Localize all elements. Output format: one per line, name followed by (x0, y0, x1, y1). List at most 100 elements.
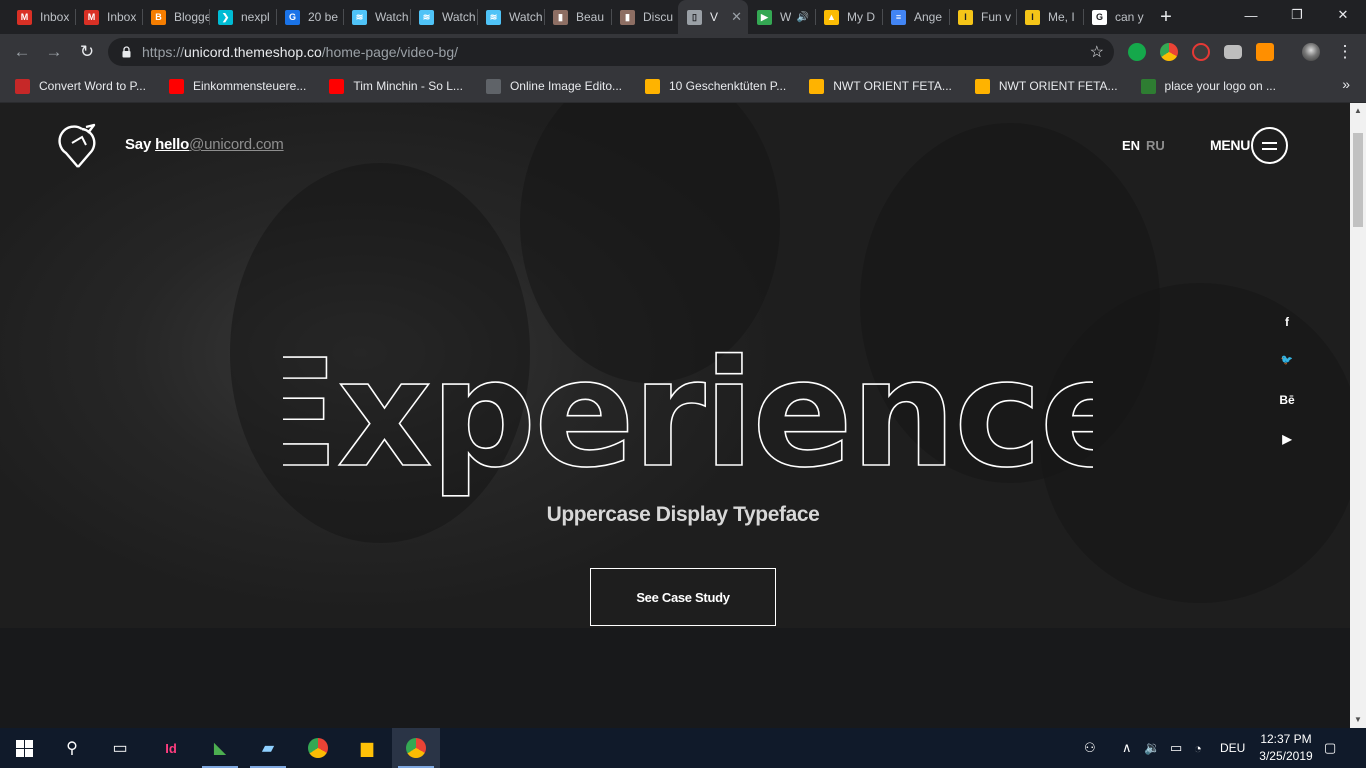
scroll-down-arrow-icon[interactable]: ▼ (1350, 712, 1366, 728)
wave-icon: ≋ (352, 9, 367, 25)
bookmark-item[interactable]: NWT ORIENT FETA... (967, 72, 1126, 100)
lang-en-link[interactable]: EN (1122, 138, 1140, 153)
indesign-icon[interactable]: Id (147, 728, 195, 768)
tab-title: Me, I (1048, 10, 1075, 24)
tab-title: Watch (442, 10, 476, 24)
bookmark-item[interactable]: Convert Word to P... (7, 72, 154, 100)
minimize-button[interactable]: — (1228, 0, 1274, 30)
search-icon[interactable]: ⚲ (48, 728, 96, 768)
browser-tab[interactable]: ≡ Ange (882, 0, 949, 34)
close-tab-icon[interactable]: ✕ (731, 9, 742, 25)
docs-icon: ≡ (891, 9, 906, 25)
language-indicator[interactable]: DEU (1220, 728, 1245, 768)
chrome-icon[interactable] (294, 728, 342, 768)
web-page: Say hello@unicord.com EN RU MENU f 🐦 Bē ▶ E… (0, 103, 1350, 728)
blocker-extension-icon[interactable] (1192, 43, 1210, 61)
windows-start-icon[interactable] (0, 728, 48, 768)
browser-tab[interactable]: I Me, I (1016, 0, 1083, 34)
clock-time: 12:37 PM (1260, 732, 1312, 746)
bookmark-label: 10 Geschenktüten P... (669, 79, 787, 93)
scroll-thumb[interactable] (1353, 133, 1363, 227)
wave-icon: ≋ (419, 9, 434, 25)
lock-icon (122, 46, 131, 58)
forward-button[interactable]: → (41, 39, 67, 65)
browser-tab[interactable]: ▲ My D (815, 0, 882, 34)
lang-ru-link[interactable]: RU (1146, 138, 1165, 153)
new-tab-button[interactable]: + (1155, 6, 1177, 28)
task-view-icon[interactable]: ▭ (96, 728, 144, 768)
browser-tab[interactable]: G 20 be (276, 0, 343, 34)
browser-tab[interactable]: B Blogger (142, 0, 209, 34)
maximize-button[interactable]: ❐ (1274, 0, 1320, 30)
tab-title: Fun v (981, 10, 1012, 24)
scroll-up-arrow-icon[interactable]: ▲ (1350, 103, 1366, 119)
youtube-icon[interactable]: ▶ (1278, 430, 1296, 469)
browser-tab[interactable]: ▮ Discu (611, 0, 678, 34)
bookmarks-bar: Convert Word to P... Einkommensteuere... T… (0, 70, 1366, 103)
clock[interactable]: 12:37 PM 3/25/2019 (1256, 731, 1316, 765)
bookmark-item[interactable]: Einkommensteuere... (161, 72, 314, 100)
bookmark-star-icon[interactable]: ☆ (1090, 42, 1104, 62)
globe-icon (485, 78, 501, 94)
wifi-icon[interactable]: ◔ (1194, 728, 1202, 768)
imdb-icon: I (958, 9, 973, 25)
color-extension-icon[interactable] (1256, 43, 1274, 61)
tab-title: 20 be (308, 10, 339, 24)
close-window-button[interactable]: ✕ (1320, 0, 1366, 30)
bookmarks-overflow-icon[interactable]: » (1342, 76, 1350, 92)
screen-extension-icon[interactable] (1224, 45, 1242, 59)
bookmark-item[interactable]: NWT ORIENT FETA... (801, 72, 960, 100)
notifications-icon[interactable]: ▢ (1324, 728, 1336, 768)
page-scrollbar[interactable]: ▲ ▼ (1350, 103, 1366, 728)
menu-hamburger-button[interactable] (1251, 127, 1288, 164)
volume-icon[interactable]: 🔉 (1144, 728, 1160, 768)
tab-title: V (710, 10, 719, 24)
menu-label[interactable]: MENU (1210, 137, 1250, 153)
browser-tab[interactable]: ≋ Watch (410, 0, 477, 34)
tab-title: nexpl (241, 10, 270, 24)
back-button[interactable]: ← (9, 39, 35, 65)
people-icon[interactable]: ⚇ (1084, 728, 1096, 768)
tab-title: Blogger (174, 10, 209, 24)
bookmark-item[interactable]: Online Image Edito... (478, 72, 630, 100)
gmail-icon: M (17, 9, 32, 25)
twitter-icon[interactable]: 🐦 (1278, 352, 1296, 391)
chrome-menu-icon[interactable]: ⋮ (1332, 39, 1358, 65)
browser-tab[interactable]: ≋ Watch (343, 0, 410, 34)
bookmark-item[interactable]: Tim Minchin - So L... (321, 72, 471, 100)
social-links: f 🐦 Bē ▶ (1278, 313, 1296, 469)
bookmark-item[interactable]: 10 Geschenktüten P... (637, 72, 794, 100)
browser-tab[interactable]: M Inbox (8, 0, 75, 34)
facebook-icon[interactable]: f (1278, 313, 1296, 352)
browser-tab[interactable]: ▮ Beau (544, 0, 611, 34)
browser-tab[interactable]: ❯ nexpl (209, 0, 276, 34)
see-case-study-button[interactable]: See Case Study (590, 568, 776, 626)
subtitle: Uppercase Display Typeface (546, 503, 820, 526)
show-hidden-icons[interactable]: ∧ (1122, 728, 1132, 768)
youtube-icon (168, 78, 184, 94)
address-bar[interactable]: https://unicord.themeshop.co/home-page/v… (108, 38, 1114, 66)
browser-tab[interactable]: ▯ V ✕ (678, 0, 748, 34)
file-explorer-icon[interactable]: ▆ (343, 728, 391, 768)
profile-avatar[interactable] (1302, 43, 1320, 61)
grammarly-extension-icon[interactable] (1128, 43, 1146, 61)
browser-tab[interactable]: ▶ W 🔊 (748, 0, 815, 34)
bookmark-item[interactable]: place your logo on ... (1133, 72, 1284, 100)
chrome-extension-icon[interactable] (1160, 43, 1178, 61)
audio-playing-icon[interactable]: 🔊 (797, 12, 809, 23)
chrome-active-icon[interactable] (392, 728, 440, 768)
behance-icon[interactable]: Bē (1278, 391, 1296, 430)
bookmark-label: Tim Minchin - So L... (353, 79, 463, 93)
chevron-icon: ❯ (218, 9, 233, 25)
gmail-icon: M (84, 9, 99, 25)
notepad-icon[interactable]: ▰ (244, 728, 292, 768)
browser-tab[interactable]: M Inbox (75, 0, 142, 34)
browser-tab[interactable]: I Fun v (949, 0, 1016, 34)
browser-tab[interactable]: ≋ Watch (477, 0, 544, 34)
battery-icon[interactable]: ▭ (1170, 728, 1182, 768)
browser-tab[interactable]: Gcan y (1083, 0, 1150, 34)
reload-button[interactable]: ↻ (74, 39, 100, 65)
unicorn-logo-icon[interactable] (58, 123, 98, 169)
app-icon[interactable]: ◣ (196, 728, 244, 768)
contact-email-link[interactable]: Say hello@unicord.com (125, 136, 284, 153)
